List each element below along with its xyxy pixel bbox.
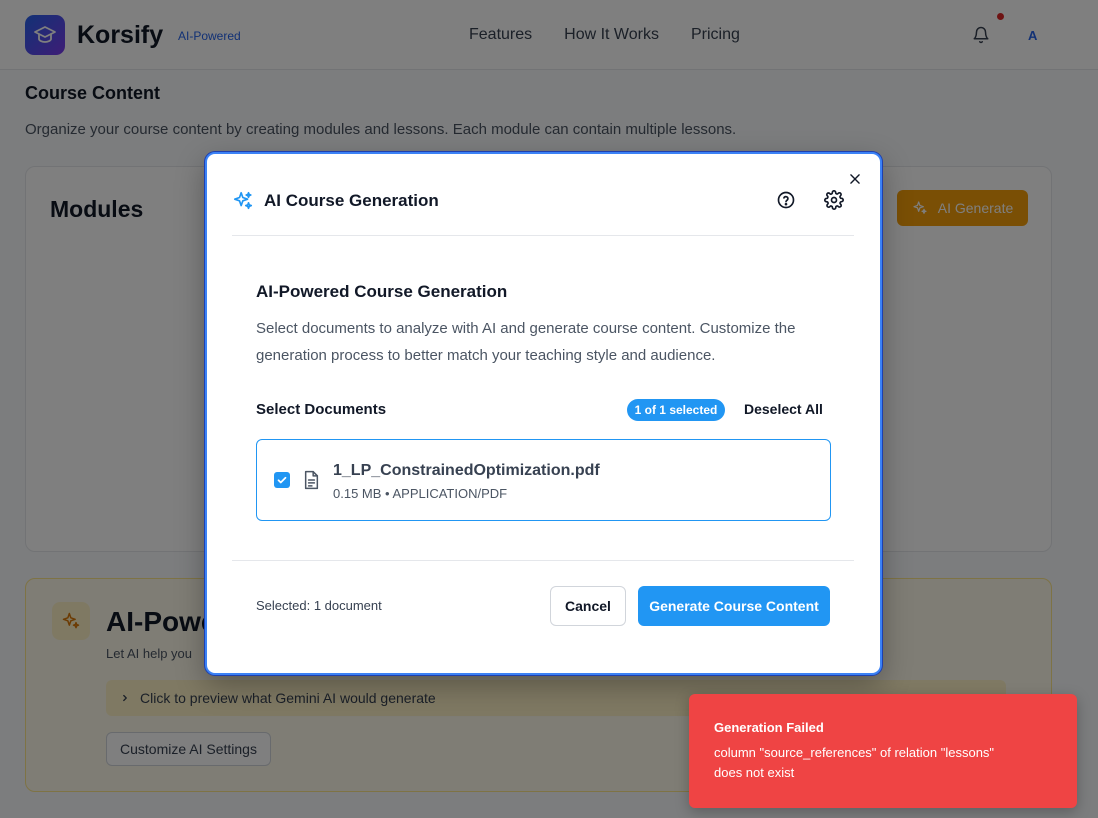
generate-course-content-button[interactable]: Generate Course Content <box>638 586 830 626</box>
close-icon[interactable] <box>848 172 862 186</box>
dialog-divider <box>232 235 854 236</box>
file-icon <box>304 470 319 490</box>
dialog-description: Select documents to analyze with AI and … <box>256 320 796 364</box>
app-page: Korsify AI-Powered Features How It Works… <box>0 0 1098 818</box>
dialog-footer-divider <box>232 560 854 561</box>
selected-count-badge: 1 of 1 selected <box>627 399 725 421</box>
ai-course-generation-dialog: AI Course Generation AI-Powered Course G… <box>205 152 882 675</box>
document-name: 1_LP_ConstrainedOptimization.pdf <box>333 462 600 479</box>
selected-summary: Selected: 1 document <box>256 598 382 613</box>
dialog-title: AI Course Generation <box>264 191 439 210</box>
sparkles-icon <box>233 191 253 210</box>
check-icon <box>277 476 287 484</box>
gear-icon[interactable] <box>824 190 844 210</box>
document-meta: 0.15 MB • APPLICATION/PDF <box>333 486 508 501</box>
dialog-heading: AI-Powered Course Generation <box>256 282 508 301</box>
toast-title: Generation Failed <box>714 720 824 735</box>
select-documents-label: Select Documents <box>256 401 387 418</box>
document-checkbox[interactable] <box>274 472 290 488</box>
cancel-button[interactable]: Cancel <box>550 586 626 626</box>
toast-message: column "source_references" of relation "… <box>714 745 995 780</box>
help-icon[interactable] <box>776 190 796 210</box>
error-toast[interactable]: Generation Failed column "source_referen… <box>689 694 1077 808</box>
deselect-all-button[interactable]: Deselect All <box>744 401 823 417</box>
document-item[interactable]: 1_LP_ConstrainedOptimization.pdf 0.15 MB… <box>256 439 831 521</box>
